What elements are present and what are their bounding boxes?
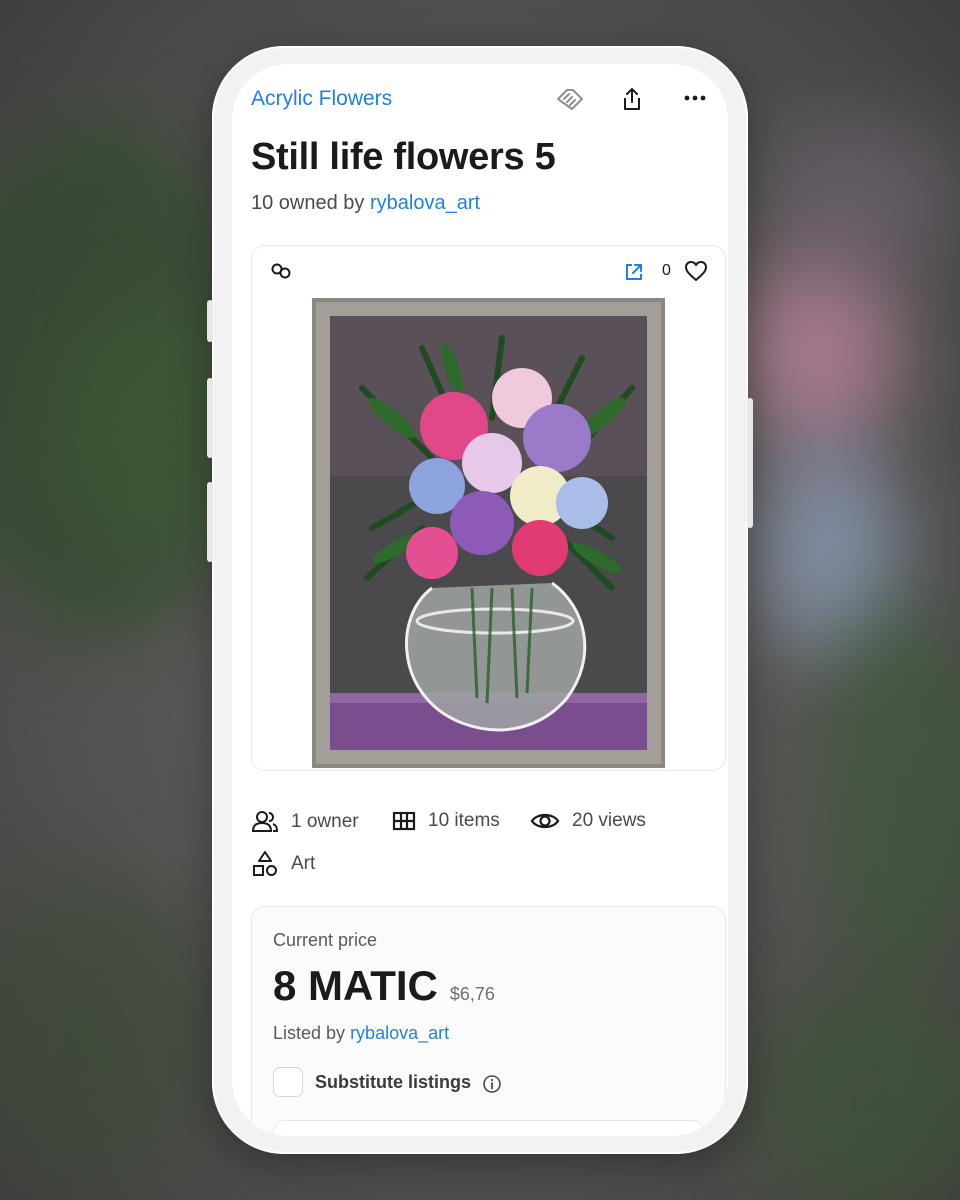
share-icon[interactable] [618, 84, 646, 114]
owner-link[interactable]: rybalova_art [370, 192, 480, 214]
substitute-listings-checkbox[interactable] [273, 1067, 303, 1097]
grid-icon [392, 811, 416, 831]
category-stat[interactable]: Art [251, 850, 315, 878]
price-row: 8 MATIC $6,76 [273, 962, 495, 1010]
items-stat[interactable]: 10 items [392, 810, 500, 832]
more-icon[interactable] [681, 86, 709, 110]
item-title: Still life flowers 5 [251, 136, 556, 178]
external-link-icon[interactable] [622, 260, 646, 284]
info-icon[interactable] [481, 1073, 503, 1095]
owners-icon [251, 811, 279, 832]
current-price-label: Current price [273, 930, 378, 950]
favorite-count: 0 [662, 262, 671, 279]
eye-icon [530, 813, 560, 829]
owned-prefix: 10 owned by [251, 192, 365, 214]
views-count: 20 views [572, 810, 646, 831]
collection-link[interactable]: Acrylic Flowers [251, 87, 392, 111]
category-label: Art [291, 853, 316, 874]
views-stat: 20 views [530, 810, 646, 832]
nft-artwork-image[interactable] [312, 298, 665, 768]
items-count: 10 items [428, 810, 500, 831]
owners-stat[interactable]: 1 owner [251, 810, 359, 834]
handshake-icon[interactable] [554, 84, 586, 114]
listed-by-line: Listed by rybalova_art [273, 1023, 449, 1044]
price-usd: $6,76 [449, 984, 495, 1004]
owned-by-line: 10 owned by rybalova_art [251, 192, 480, 215]
polygon-chain-icon [269, 260, 293, 282]
listed-prefix: Listed by [273, 1023, 346, 1043]
phone-power-button [747, 398, 753, 528]
phone-side-button [207, 378, 213, 458]
category-shapes-icon [253, 851, 277, 876]
phone-side-button [207, 482, 213, 562]
owners-count: 1 owner [291, 811, 359, 832]
phone-side-button [207, 300, 213, 342]
app-screen: Acrylic Flowers Still life flowers 5 10 … [232, 64, 728, 1136]
heart-icon[interactable] [683, 259, 709, 283]
lister-link[interactable]: rybalova_art [350, 1023, 449, 1043]
substitute-listings-label: Substitute listings [315, 1072, 472, 1092]
price-amount: 8 MATIC [273, 962, 438, 1009]
next-section-card [273, 1120, 705, 1136]
